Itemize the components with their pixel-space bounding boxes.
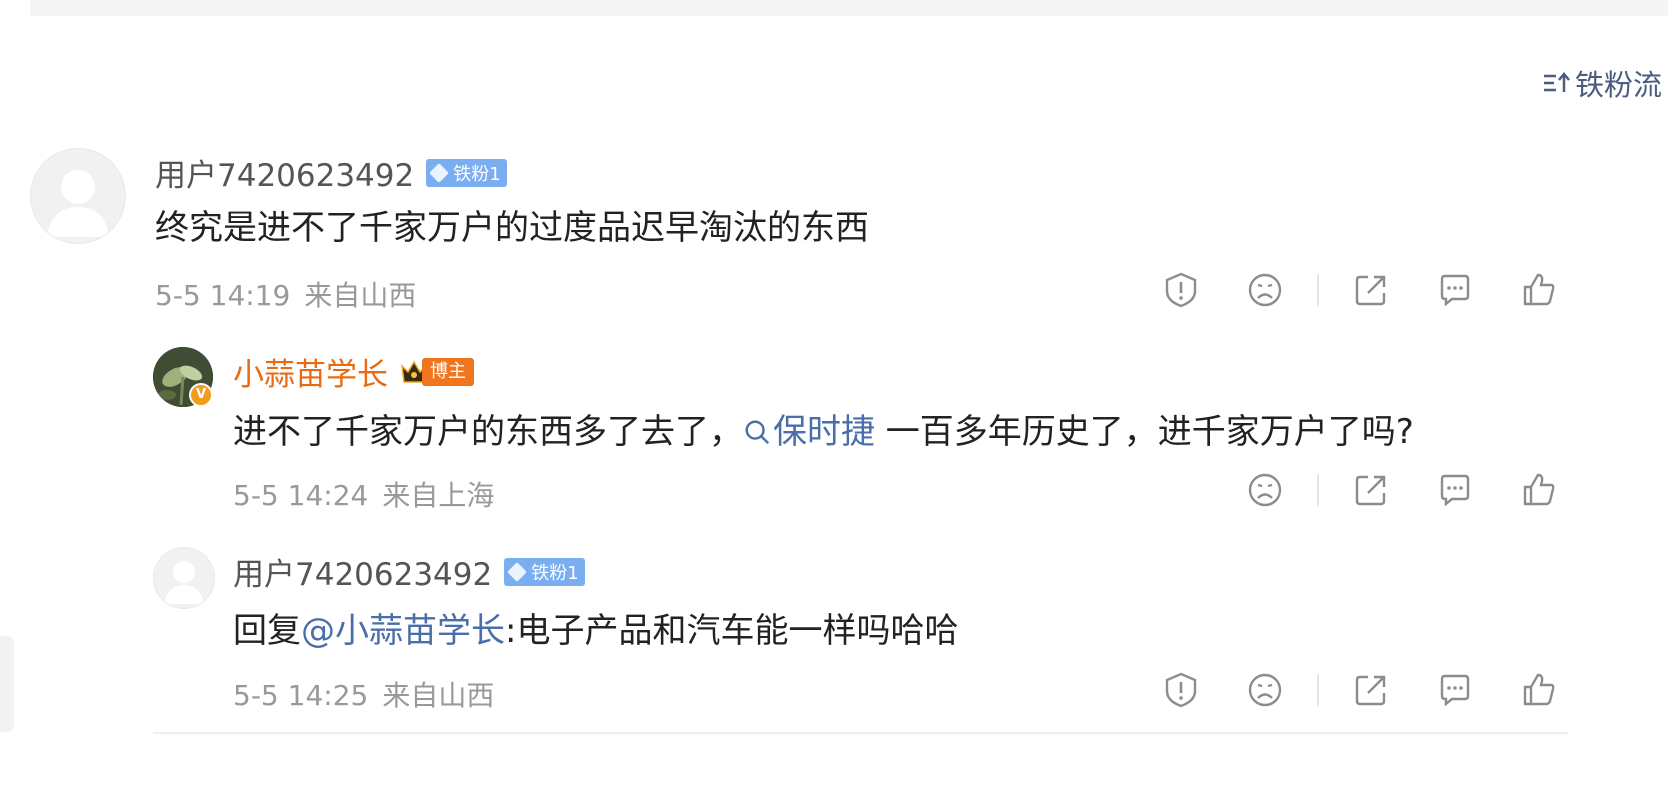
dislike-button[interactable] xyxy=(1245,670,1285,710)
like-icon xyxy=(1523,473,1555,506)
reply-icon xyxy=(1440,474,1470,507)
like-icon xyxy=(1523,273,1555,306)
like-button[interactable] xyxy=(1519,270,1559,310)
location: 来自上海 xyxy=(382,479,495,512)
reply-icon xyxy=(1440,674,1470,707)
comment-header: 用户7420623492 铁粉1 xyxy=(233,549,585,594)
comment-meta: 5-5 14:25 来自山西 xyxy=(233,674,494,714)
username[interactable]: 用户7420623492 xyxy=(233,549,492,594)
comment-actions xyxy=(1245,470,1559,510)
sort-toggle[interactable]: 铁粉流 xyxy=(1541,62,1662,104)
report-button[interactable] xyxy=(1161,270,1201,310)
comment-actions xyxy=(1161,670,1559,710)
comment-actions xyxy=(1161,270,1559,310)
reply-button[interactable] xyxy=(1435,470,1475,510)
mention-link[interactable]: @小蒜苗学长 xyxy=(301,611,505,651)
dislike-button[interactable] xyxy=(1245,270,1285,310)
comment-header: 小蒜苗学长 博主 xyxy=(233,349,474,394)
search-link-icon xyxy=(745,420,770,445)
share-button[interactable] xyxy=(1351,670,1391,710)
comment-meta: 5-5 14:19 来自山西 xyxy=(155,274,416,314)
location: 来自山西 xyxy=(304,279,417,312)
default-avatar-icon xyxy=(164,561,204,604)
comment-text-part: 一百多年历史了，进千家万户了吗? xyxy=(875,412,1414,452)
like-button[interactable] xyxy=(1519,470,1559,510)
share-button[interactable] xyxy=(1351,470,1391,510)
reply-button[interactable] xyxy=(1435,270,1475,310)
top-divider-bar xyxy=(30,0,1668,16)
avatar[interactable] xyxy=(30,148,126,244)
timestamp: 5-5 14:24 xyxy=(233,479,369,512)
share-button[interactable] xyxy=(1351,270,1391,310)
bottom-divider xyxy=(153,732,1568,734)
reply-button[interactable] xyxy=(1435,670,1475,710)
fan-badge[interactable]: 铁粉1 xyxy=(426,158,507,187)
timestamp: 5-5 14:25 xyxy=(233,679,369,712)
sort-label: 铁粉流 xyxy=(1574,68,1662,102)
like-icon xyxy=(1523,673,1555,706)
comment-text: 终究是进不了千家万户的过度品迟早淘汰的东西 xyxy=(155,208,869,248)
share-icon xyxy=(1355,475,1386,506)
action-separator xyxy=(1317,274,1319,306)
blogger-badge[interactable]: 博主 xyxy=(400,357,474,386)
dislike-icon xyxy=(1248,273,1282,307)
comment-text-part: 进不了千家万户的东西多了去了， xyxy=(233,412,743,452)
location: 来自山西 xyxy=(382,679,495,712)
comment-meta: 5-5 14:24 来自上海 xyxy=(233,474,494,514)
share-icon xyxy=(1355,675,1386,706)
username[interactable]: 小蒜苗学长 xyxy=(233,349,388,394)
report-icon xyxy=(1165,272,1197,308)
share-icon xyxy=(1355,275,1386,306)
fan-badge-label: 铁粉1 xyxy=(453,163,501,185)
fan-badge-label: 铁粉1 xyxy=(531,562,579,584)
fan-badge[interactable]: 铁粉1 xyxy=(504,557,585,586)
dislike-button[interactable] xyxy=(1245,470,1285,510)
action-separator xyxy=(1317,674,1319,706)
username[interactable]: 用户7420623492 xyxy=(155,150,414,195)
reply-prefix: 回复 xyxy=(233,611,301,651)
comment-text-part: :电子产品和汽车能一样吗哈哈 xyxy=(505,611,959,651)
topic-search-link[interactable]: 保时捷 xyxy=(743,412,875,452)
verified-badge: V xyxy=(189,383,213,407)
comment-header: 用户7420623492 铁粉1 xyxy=(155,150,507,195)
timestamp: 5-5 14:19 xyxy=(155,279,291,312)
comment-text: 回复@小蒜苗学长:电子产品和汽车能一样吗哈哈 xyxy=(233,603,958,652)
report-icon xyxy=(1165,672,1197,708)
reply-icon xyxy=(1440,274,1470,307)
action-separator xyxy=(1317,474,1319,506)
diamond-icon xyxy=(429,162,450,183)
topic-link-text: 保时捷 xyxy=(773,412,875,452)
sort-icon xyxy=(1543,72,1570,92)
default-avatar-icon xyxy=(47,170,109,237)
diamond-icon xyxy=(507,561,528,582)
like-button[interactable] xyxy=(1519,670,1559,710)
dislike-icon xyxy=(1248,473,1282,507)
avatar[interactable] xyxy=(153,547,215,609)
report-button[interactable] xyxy=(1161,670,1201,710)
side-edge-tab[interactable] xyxy=(0,636,14,732)
dislike-icon xyxy=(1248,673,1282,707)
blogger-badge-label: 博主 xyxy=(422,357,474,386)
comment-text: 进不了千家万户的东西多了去了， 保时捷 一百多年历史了，进千家万户了吗? xyxy=(233,404,1414,453)
